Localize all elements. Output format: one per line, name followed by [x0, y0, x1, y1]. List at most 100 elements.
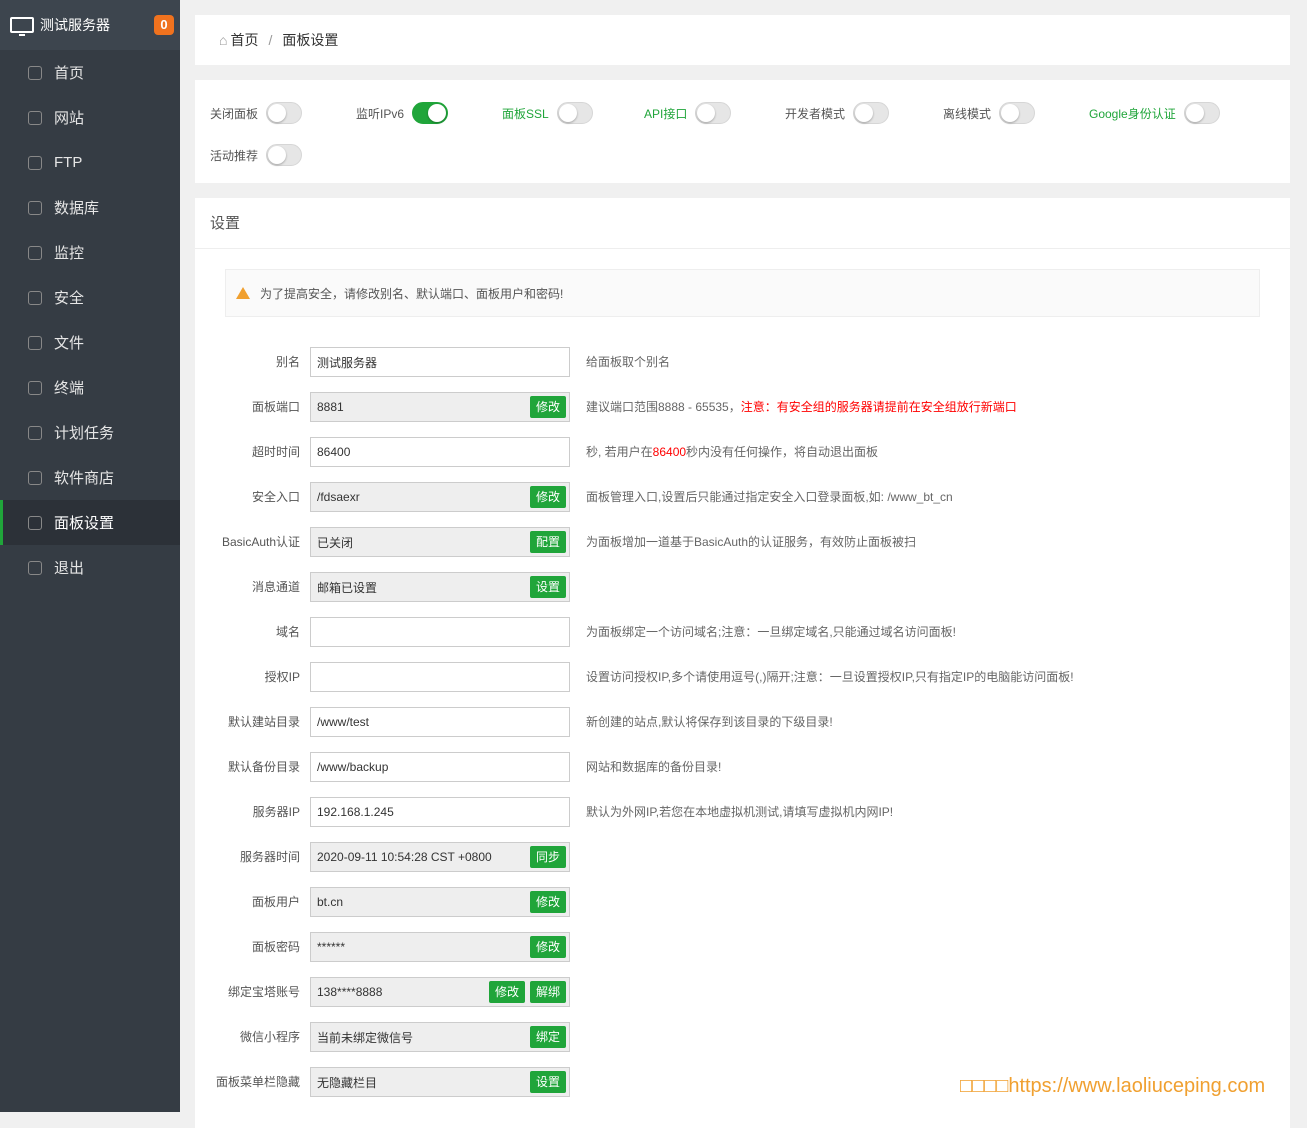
setting-row: BasicAuth认证 已关闭 配置 为面板增加一道基于BasicAuth的认证服…	[195, 527, 1290, 557]
setting-label: 面板菜单栏隐藏	[215, 1075, 300, 1089]
row-action-button[interactable]: 配置	[529, 531, 566, 553]
sidebar-item[interactable]: 网站	[0, 95, 180, 140]
row-action-button[interactable]: 修改	[529, 486, 566, 508]
sidebar-item[interactable]: 首页	[0, 50, 180, 95]
setting-input[interactable]	[310, 662, 570, 692]
toggle-item: 关闭面板	[210, 102, 303, 124]
setting-row: 服务器时间 2020-09-11 10:54:28 CST +0800 同步	[195, 842, 1290, 872]
setting-help: 给面板取个别名	[586, 347, 670, 377]
help-text: 为面板增加一道基于BasicAuth的认证服务，有效防止面板被扫	[586, 535, 917, 549]
setting-input[interactable]: 86400	[310, 437, 570, 467]
toggle-label: Google身份认证	[1089, 106, 1176, 121]
setting-label: 授权IP	[264, 670, 300, 684]
sidebar-item-label: 终端	[54, 380, 85, 397]
setting-input[interactable]: /www/test	[310, 707, 570, 737]
setting-help: 网站和数据库的备份目录!	[586, 752, 721, 782]
setting-input: bt.cn 修改	[310, 887, 570, 917]
sidebar-item[interactable]: 数据库	[0, 185, 180, 230]
sidebar-item-label: 首页	[54, 65, 85, 82]
help-text: 为面板绑定一个访问域名;注意：一旦绑定域名,只能通过域名访问面板!	[586, 625, 957, 639]
sidebar-item[interactable]: 文件	[0, 320, 180, 365]
help-text: 86400	[652, 445, 687, 459]
sidebar-item[interactable]: 面板设置	[0, 500, 180, 545]
breadcrumb-home[interactable]: 首页	[230, 30, 258, 50]
setting-help: 秒, 若用户在86400秒内没有任何操作，将自动退出面板	[586, 437, 878, 467]
server-header[interactable]: 测试服务器 0	[0, 0, 180, 50]
setting-value: 无隐藏栏目	[317, 1075, 378, 1090]
setting-help: 为面板绑定一个访问域名;注意：一旦绑定域名,只能通过域名访问面板!	[586, 617, 956, 647]
setting-row: 面板密码 ****** 修改	[195, 932, 1290, 962]
setting-label: 别名	[275, 355, 300, 369]
toggle-switch[interactable]	[853, 102, 890, 124]
toggle-switch[interactable]	[1183, 102, 1220, 124]
sidebar-item[interactable]: FTP	[0, 140, 180, 185]
setting-label: 默认建站目录	[227, 715, 300, 729]
notification-badge[interactable]: 0	[154, 15, 174, 35]
breadcrumb: ⌂ 首页 / 面板设置	[195, 15, 1290, 65]
sidebar-item-label: FTP	[54, 154, 83, 171]
toggle-switch[interactable]	[412, 102, 449, 124]
row-action-button[interactable]: 绑定	[529, 1026, 566, 1048]
row-action-button[interactable]: 设置	[529, 1071, 566, 1093]
setting-label: BasicAuth认证	[221, 535, 300, 549]
setting-label: 面板端口	[251, 400, 300, 414]
setting-row: 面板用户 bt.cn 修改	[195, 887, 1290, 917]
sidebar-item[interactable]: 监控	[0, 230, 180, 275]
help-text: 默认为外网IP,若您在本地虚拟机测试,请填写虚拟机内网IP!	[586, 805, 894, 819]
setting-value: /www/backup	[317, 760, 389, 774]
sidebar-item-label: 网站	[54, 110, 85, 127]
sidebar-item-label: 文件	[54, 335, 85, 352]
sidebar-item[interactable]: 退出	[0, 545, 180, 590]
setting-help: 建议端口范围8888 - 65535，注意：有安全组的服务器请提前在安全组放行新…	[586, 392, 1017, 422]
row-action-button[interactable]: 同步	[529, 846, 566, 868]
row-action-button[interactable]: 解绑	[529, 981, 566, 1003]
sidebar-item[interactable]: 软件商店	[0, 455, 180, 500]
setting-input[interactable]	[310, 617, 570, 647]
shield-icon	[28, 290, 42, 305]
setting-input[interactable]: /www/backup	[310, 752, 570, 782]
setting-value: 当前未绑定微信号	[317, 1030, 414, 1045]
terminal-icon	[28, 380, 42, 395]
sidebar-item[interactable]: 终端	[0, 365, 180, 410]
setting-input: /fdsaexr 修改	[310, 482, 570, 512]
toggle-switch[interactable]	[695, 102, 732, 124]
toggle-label: 面板SSL	[502, 106, 549, 121]
setting-row: 域名 为面板绑定一个访问域名;注意：一旦绑定域名,只能通过域名访问面板!	[195, 617, 1290, 647]
setting-input: ****** 修改	[310, 932, 570, 962]
setting-input[interactable]: 192.168.1.245	[310, 797, 570, 827]
setting-input: 138****8888 修改 解绑	[310, 977, 570, 1007]
sidebar-item-label: 监控	[54, 245, 85, 262]
setting-row: 默认备份目录 /www/backup 网站和数据库的备份目录!	[195, 752, 1290, 782]
setting-input: 当前未绑定微信号 绑定	[310, 1022, 570, 1052]
row-action-button[interactable]: 修改	[529, 891, 566, 913]
sidebar-item[interactable]: 计划任务	[0, 410, 180, 455]
sidebar-item[interactable]: 安全	[0, 275, 180, 320]
setting-value: 邮箱已设置	[317, 580, 378, 595]
home-icon: ⌂	[219, 32, 228, 48]
row-action-button[interactable]: 修改	[529, 396, 566, 418]
setting-label: 默认备份目录	[227, 760, 300, 774]
gear-icon	[28, 515, 42, 530]
toggle-switch[interactable]	[266, 144, 303, 166]
toggle-item: 面板SSL	[502, 102, 593, 124]
setting-value: 8881	[317, 400, 344, 414]
setting-row: 超时时间 86400 秒, 若用户在86400秒内没有任何操作，将自动退出面板	[195, 437, 1290, 467]
server-name: 测试服务器	[40, 17, 110, 33]
toggle-switch[interactable]	[999, 102, 1036, 124]
sidebar-item-label: 安全	[54, 290, 85, 307]
toggle-label: 离线模式	[943, 106, 992, 121]
row-action-button[interactable]: 修改	[488, 981, 525, 1003]
toggle-label: 活动推荐	[210, 148, 259, 163]
toggle-switch[interactable]	[266, 102, 303, 124]
toggle-panel: 关闭面板 监听IPv6 面板SSL API接口 开发者模式 离线模式 Google身份认证活…	[195, 80, 1290, 183]
row-action-button[interactable]: 修改	[529, 936, 566, 958]
help-text: 秒, 若用户在	[586, 445, 653, 459]
setting-help: 新创建的站点,默认将保存到该目录的下级目录!	[586, 707, 833, 737]
setting-input: 无隐藏栏目 设置	[310, 1067, 570, 1097]
setting-row: 消息通道 邮箱已设置 设置	[195, 572, 1290, 602]
setting-input[interactable]: 测试服务器	[310, 347, 570, 377]
toggle-switch[interactable]	[556, 102, 593, 124]
row-action-button[interactable]: 设置	[529, 576, 566, 598]
setting-row: 微信小程序 当前未绑定微信号 绑定	[195, 1022, 1290, 1052]
sidebar-item-label: 计划任务	[54, 425, 115, 442]
